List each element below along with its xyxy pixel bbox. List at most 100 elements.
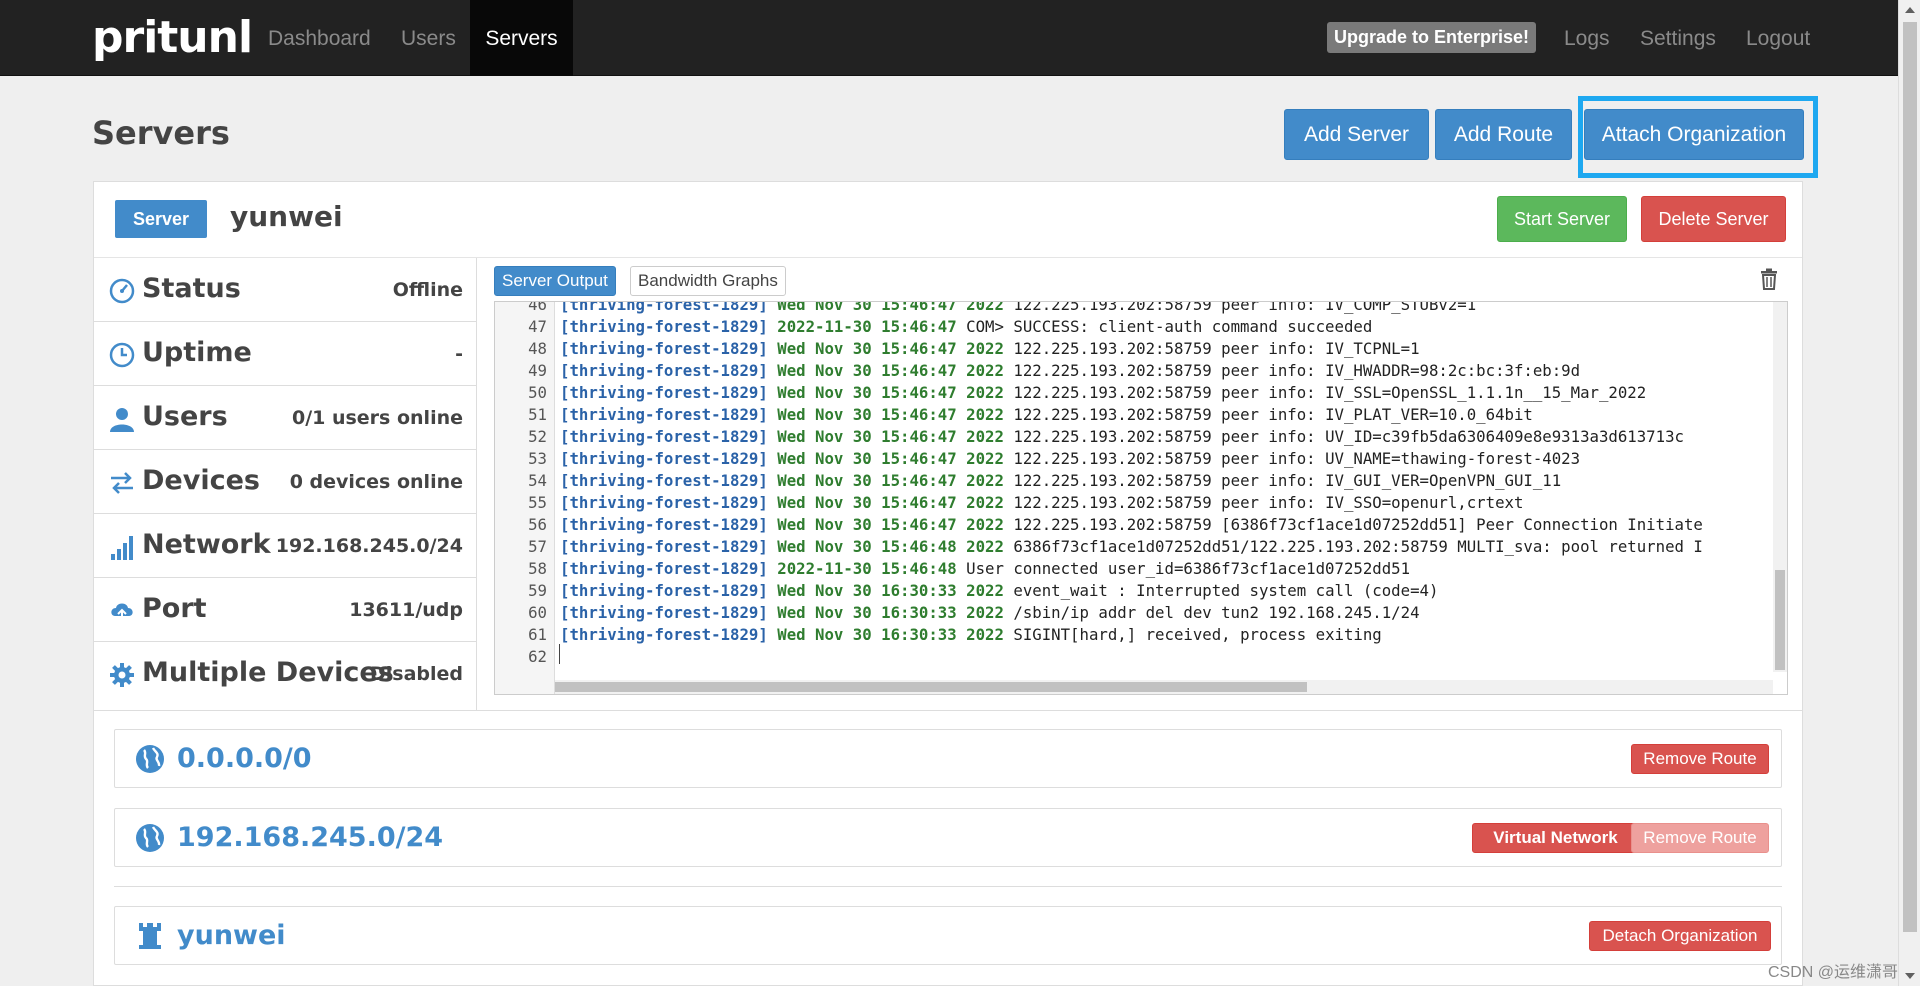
line-number: 58: [528, 559, 547, 578]
log-date: Wed Nov 30 15:46:47 2022: [777, 405, 1004, 424]
log-tag: [thriving-forest-1829]: [560, 559, 768, 578]
user-icon: [110, 408, 134, 432]
output-vertical-thumb[interactable]: [1775, 570, 1785, 670]
log-date: Wed Nov 30 15:46:47 2022: [777, 361, 1004, 380]
virtual-network-button[interactable]: Virtual Network: [1472, 823, 1639, 853]
transfer-arrows-icon: [111, 472, 133, 494]
log-date: Wed Nov 30 15:46:47 2022: [777, 427, 1004, 446]
detach-organization-button[interactable]: Detach Organization: [1589, 921, 1771, 951]
log-text: [thriving-forest-1829] 2022-11-30 15:46:…: [560, 558, 1410, 580]
line-number: 61: [528, 625, 547, 644]
log-tag: [thriving-forest-1829]: [560, 361, 768, 380]
log-text: [thriving-forest-1829] Wed Nov 30 15:46:…: [560, 426, 1684, 448]
nav-logout[interactable]: Logout: [1746, 0, 1810, 76]
route-label[interactable]: 0.0.0.0/0: [177, 743, 312, 774]
line-number: 51: [528, 405, 547, 424]
server-badge: Server: [115, 200, 207, 238]
cloud-upload-icon: [111, 603, 133, 624]
log-text: [thriving-forest-1829] Wed Nov 30 15:46:…: [560, 536, 1703, 558]
route-label[interactable]: 192.168.245.0/24: [177, 822, 443, 853]
nav-logs[interactable]: Logs: [1564, 0, 1610, 76]
tab-bandwidth-graphs[interactable]: Bandwidth Graphs: [630, 266, 786, 296]
log-date: Wed Nov 30 15:46:47 2022: [777, 493, 1004, 512]
line-number: 52: [528, 427, 547, 446]
navbar: pritunl Dashboard Users Servers Upgrade …: [0, 0, 1898, 76]
log-message: 122.225.193.202:58759 peer info: IV_SSO=…: [1013, 493, 1524, 512]
log-message: 122.225.193.202:58759 peer info: UV_NAME…: [1013, 449, 1581, 468]
uptime-label: Uptime: [142, 337, 252, 368]
log-date: Wed Nov 30 15:46:47 2022: [777, 515, 1004, 534]
page-scroll-thumb[interactable]: [1903, 22, 1917, 932]
log-message: 122.225.193.202:58759 peer info: IV_PLAT…: [1013, 405, 1533, 424]
status-label: Status: [142, 273, 241, 304]
clock-icon: [109, 342, 135, 368]
log-tag: [thriving-forest-1829]: [560, 405, 768, 424]
server-info-list: Status Offline Uptime - Users 0/1 users …: [94, 258, 477, 710]
log-date: Wed Nov 30 15:46:47 2022: [777, 339, 1004, 358]
organization-item: yunwei Detach Organization: [114, 906, 1782, 965]
devices-value: 0 devices online: [289, 471, 463, 493]
log-message: 122.225.193.202:58759 peer info: IV_SSL=…: [1013, 383, 1647, 402]
add-route-button[interactable]: Add Route: [1435, 109, 1572, 160]
network-value: 192.168.245.0/24: [275, 535, 463, 557]
log-tag: [thriving-forest-1829]: [560, 625, 768, 644]
log-text: [thriving-forest-1829] Wed Nov 30 15:46:…: [560, 404, 1533, 426]
gear-icon: [110, 663, 134, 687]
log-text: [thriving-forest-1829] Wed Nov 30 16:30:…: [560, 580, 1438, 602]
nav-settings[interactable]: Settings: [1640, 0, 1716, 76]
globe-icon: [136, 745, 164, 773]
output-horizontal-scrollbar[interactable]: [555, 680, 1773, 694]
log-date: 2022-11-30 15:46:48: [777, 559, 957, 578]
server-output-log[interactable]: 46 [thriving-forest-1829] Wed Nov 30 15:4…: [494, 301, 1788, 695]
info-row-users: Users 0/1 users online: [94, 386, 477, 450]
brand-logo[interactable]: pritunl: [92, 14, 253, 62]
line-number: 56: [528, 515, 547, 534]
info-row-status: Status Offline: [94, 258, 477, 322]
log-date: Wed Nov 30 15:46:47 2022: [777, 301, 1004, 314]
nav-users[interactable]: Users: [401, 0, 456, 76]
clock-dashboard-icon: [109, 278, 135, 304]
multiple-devices-value: Disabled: [369, 663, 463, 685]
server-panel: Server yunwei Start Server Delete Server…: [93, 181, 1803, 986]
info-row-devices: Devices 0 devices online: [94, 450, 477, 514]
organization-label[interactable]: yunwei: [177, 920, 286, 951]
uptime-value: -: [455, 343, 463, 365]
start-server-button[interactable]: Start Server: [1497, 196, 1627, 242]
nav-servers[interactable]: Servers: [470, 0, 573, 76]
upgrade-enterprise-button[interactable]: Upgrade to Enterprise!: [1327, 22, 1537, 53]
output-horizontal-thumb[interactable]: [555, 682, 1307, 692]
page-scrollbar[interactable]: [1898, 0, 1920, 986]
page-title: Servers: [92, 114, 230, 152]
log-message: SIGINT[hard,] received, process exiting: [1013, 625, 1382, 644]
log-text: [thriving-forest-1829] Wed Nov 30 15:46:…: [560, 360, 1580, 382]
log-text: [thriving-forest-1829] Wed Nov 30 16:30:…: [560, 602, 1420, 624]
server-header: Server yunwei Start Server Delete Server: [94, 182, 1802, 258]
info-row-uptime: Uptime -: [94, 322, 477, 386]
log-message: 122.225.193.202:58759 peer info: IV_COMP…: [1013, 301, 1477, 314]
remove-route-button[interactable]: Remove Route: [1631, 744, 1769, 774]
line-number: 55: [528, 493, 547, 512]
tab-server-output[interactable]: Server Output: [494, 266, 616, 296]
scroll-up-arrow-icon[interactable]: [1905, 7, 1915, 13]
nav-dashboard[interactable]: Dashboard: [268, 0, 371, 76]
info-row-network: Network 192.168.245.0/24: [94, 514, 477, 578]
trash-icon[interactable]: [1760, 268, 1778, 290]
log-text: [thriving-forest-1829] Wed Nov 30 15:46:…: [560, 338, 1420, 360]
add-server-button[interactable]: Add Server: [1284, 109, 1429, 160]
line-number: 60: [528, 603, 547, 622]
log-message: 122.225.193.202:58759 peer info: IV_GUI_…: [1013, 471, 1562, 490]
log-tag: [thriving-forest-1829]: [560, 301, 768, 314]
network-label: Network: [142, 529, 271, 560]
route-item: 192.168.245.0/24 Virtual Network Remove …: [114, 808, 1782, 867]
scroll-down-arrow-icon[interactable]: [1905, 973, 1915, 979]
line-number: 57: [528, 537, 547, 556]
port-value: 13611/udp: [349, 599, 463, 621]
log-date: Wed Nov 30 15:46:48 2022: [777, 537, 1004, 556]
log-tag: [thriving-forest-1829]: [560, 537, 768, 556]
output-vertical-scrollbar[interactable]: [1773, 302, 1787, 672]
info-row-port: Port 13611/udp: [94, 578, 477, 642]
server-name[interactable]: yunwei: [230, 200, 343, 233]
delete-server-button[interactable]: Delete Server: [1641, 196, 1786, 242]
log-message: User connected user_id=6386f73cf1ace1d07…: [966, 559, 1411, 578]
